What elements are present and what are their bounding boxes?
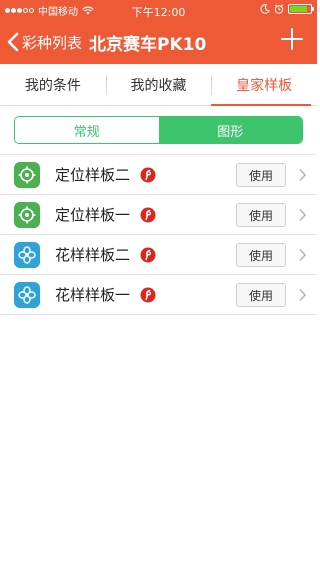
tab-bar: 我的条件 我的收藏 皇家样板 — [0, 64, 317, 106]
item-title: 定位样板二 — [55, 166, 131, 184]
template-list: 定位样板二 使用 定位样板一 使用 花样样板二 使用 花样样板一 使用 — [0, 155, 317, 315]
segment-regular[interactable]: 常规 — [15, 117, 159, 143]
target-icon — [14, 201, 40, 228]
back-button[interactable]: 彩种列表 — [0, 32, 82, 53]
battery-icon — [288, 4, 314, 14]
app-header: 中国移动 下午12:00 彩种列表 北京赛车PK10 — [0, 0, 317, 64]
use-button[interactable]: 使用 — [236, 283, 286, 307]
use-button[interactable]: 使用 — [236, 243, 286, 267]
alarm-icon — [274, 4, 284, 14]
chevron-right-icon — [299, 168, 307, 182]
tab-label: 我的条件 — [24, 77, 81, 94]
chevron-right-icon — [299, 208, 307, 222]
chevron-right-icon — [299, 288, 307, 302]
back-button-label: 彩种列表 — [22, 33, 83, 52]
moon-icon — [260, 4, 270, 14]
status-bar: 中国移动 下午12:00 — [0, 0, 317, 20]
flower-icon — [14, 241, 40, 268]
chevron-left-icon — [7, 32, 19, 52]
list-item[interactable]: 定位样板二 使用 — [0, 155, 317, 195]
tab-label: 皇家样板 — [236, 77, 293, 94]
tab-label: 我的收藏 — [130, 77, 187, 94]
pin-badge-icon — [140, 287, 156, 302]
item-title: 花样样板二 — [55, 246, 131, 264]
list-item[interactable]: 花样样板二 使用 — [0, 235, 317, 275]
pin-badge-icon — [140, 247, 156, 262]
chevron-right-icon — [299, 248, 307, 262]
segmented-control: 常规 图形 — [14, 116, 303, 144]
page-title: 北京赛车PK10 — [89, 34, 207, 55]
list-item[interactable]: 花样样板一 使用 — [0, 275, 317, 315]
pin-badge-icon — [140, 167, 156, 182]
tab-my-favorites[interactable]: 我的收藏 — [105, 64, 212, 105]
target-icon — [14, 161, 40, 188]
flower-icon — [14, 281, 40, 308]
plus-icon[interactable] — [281, 28, 303, 50]
item-title: 花样样板一 — [55, 286, 131, 304]
segment-graphic[interactable]: 图形 — [158, 117, 302, 143]
tab-my-conditions[interactable]: 我的条件 — [0, 64, 106, 105]
use-button[interactable]: 使用 — [236, 203, 286, 227]
segment-container: 常规 图形 — [0, 106, 317, 155]
tab-royal-templates[interactable]: 皇家样板 — [211, 64, 317, 106]
item-title: 定位样板一 — [55, 206, 131, 224]
pin-badge-icon — [140, 207, 156, 222]
nav-bar: 彩种列表 北京赛车PK10 — [0, 20, 317, 64]
use-button[interactable]: 使用 — [236, 163, 286, 187]
list-item[interactable]: 定位样板一 使用 — [0, 195, 317, 235]
